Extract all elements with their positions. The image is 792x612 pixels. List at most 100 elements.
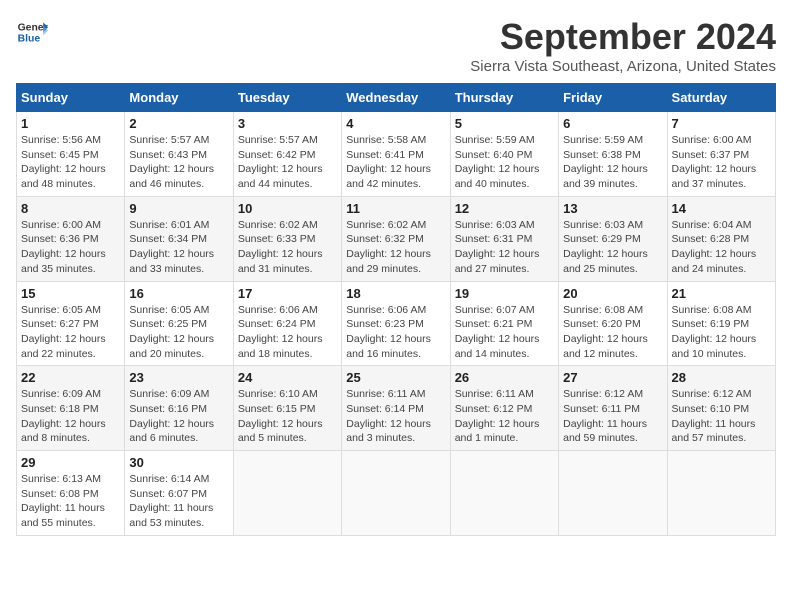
day-number: 18 bbox=[346, 286, 445, 301]
calendar-cell bbox=[233, 451, 341, 536]
calendar-cell: 6 Sunrise: 5:59 AM Sunset: 6:38 PM Daylig… bbox=[559, 112, 667, 197]
logo: General Blue bbox=[16, 16, 48, 48]
day-info: Sunrise: 5:57 AM Sunset: 6:43 PM Dayligh… bbox=[129, 133, 228, 192]
day-number: 11 bbox=[346, 201, 445, 216]
col-saturday: Saturday bbox=[667, 84, 775, 112]
day-info: Sunrise: 5:57 AM Sunset: 6:42 PM Dayligh… bbox=[238, 133, 337, 192]
calendar-cell: 15 Sunrise: 6:05 AM Sunset: 6:27 PM Dayli… bbox=[17, 281, 125, 366]
calendar-week-5: 29 Sunrise: 6:13 AM Sunset: 6:08 PM Dayli… bbox=[17, 451, 776, 536]
day-info: Sunrise: 6:11 AM Sunset: 6:14 PM Dayligh… bbox=[346, 387, 445, 446]
calendar-cell: 25 Sunrise: 6:11 AM Sunset: 6:14 PM Dayli… bbox=[342, 366, 450, 451]
calendar-cell: 12 Sunrise: 6:03 AM Sunset: 6:31 PM Dayli… bbox=[450, 196, 558, 281]
calendar-week-2: 8Sunrise: 6:00 AM Sunset: 6:36 PM Daylig… bbox=[17, 196, 776, 281]
day-number: 12 bbox=[455, 201, 554, 216]
day-number: 23 bbox=[129, 370, 228, 385]
day-info: Sunrise: 6:13 AM Sunset: 6:08 PM Dayligh… bbox=[21, 472, 120, 531]
day-number: 4 bbox=[346, 116, 445, 131]
day-number: 20 bbox=[563, 286, 662, 301]
calendar-week-4: 22 Sunrise: 6:09 AM Sunset: 6:18 PM Dayli… bbox=[17, 366, 776, 451]
day-info: Sunrise: 6:01 AM Sunset: 6:34 PM Dayligh… bbox=[129, 218, 228, 277]
day-number: 21 bbox=[672, 286, 771, 301]
calendar-cell: 4Sunrise: 5:58 AM Sunset: 6:41 PM Daylig… bbox=[342, 112, 450, 197]
calendar-cell: 20 Sunrise: 6:08 AM Sunset: 6:20 PM Dayli… bbox=[559, 281, 667, 366]
day-info: Sunrise: 6:02 AM Sunset: 6:33 PM Dayligh… bbox=[238, 218, 337, 277]
col-tuesday: Tuesday bbox=[233, 84, 341, 112]
day-number: 28 bbox=[672, 370, 771, 385]
day-info: Sunrise: 5:59 AM Sunset: 6:40 PM Dayligh… bbox=[455, 133, 554, 192]
day-number: 13 bbox=[563, 201, 662, 216]
day-number: 29 bbox=[21, 455, 120, 470]
calendar-cell: 16Sunrise: 6:05 AM Sunset: 6:25 PM Dayli… bbox=[125, 281, 233, 366]
day-number: 1 bbox=[21, 116, 120, 131]
calendar-cell: 11Sunrise: 6:02 AM Sunset: 6:32 PM Dayli… bbox=[342, 196, 450, 281]
day-number: 7 bbox=[672, 116, 771, 131]
day-info: Sunrise: 6:05 AM Sunset: 6:27 PM Dayligh… bbox=[21, 303, 120, 362]
svg-text:Blue: Blue bbox=[18, 34, 41, 45]
calendar-header: Sunday Monday Tuesday Wednesday Thursday… bbox=[17, 84, 776, 112]
calendar-cell: 28 Sunrise: 6:12 AM Sunset: 6:10 PM Dayli… bbox=[667, 366, 775, 451]
day-info: Sunrise: 6:00 AM Sunset: 6:36 PM Dayligh… bbox=[21, 218, 120, 277]
calendar-cell: 5Sunrise: 5:59 AM Sunset: 6:40 PM Daylig… bbox=[450, 112, 558, 197]
calendar-cell: 7 Sunrise: 6:00 AM Sunset: 6:37 PM Daylig… bbox=[667, 112, 775, 197]
day-info: Sunrise: 6:09 AM Sunset: 6:16 PM Dayligh… bbox=[129, 387, 228, 446]
calendar-cell: 10 Sunrise: 6:02 AM Sunset: 6:33 PM Dayli… bbox=[233, 196, 341, 281]
day-number: 24 bbox=[238, 370, 337, 385]
day-number: 2 bbox=[129, 116, 228, 131]
day-number: 3 bbox=[238, 116, 337, 131]
header: General Blue September 2024 Sierra Vista… bbox=[16, 16, 776, 75]
calendar-cell: 22 Sunrise: 6:09 AM Sunset: 6:18 PM Dayli… bbox=[17, 366, 125, 451]
day-info: Sunrise: 6:03 AM Sunset: 6:29 PM Dayligh… bbox=[563, 218, 662, 277]
day-info: Sunrise: 6:12 AM Sunset: 6:11 PM Dayligh… bbox=[563, 387, 662, 446]
day-number: 16 bbox=[129, 286, 228, 301]
calendar-cell: 23 Sunrise: 6:09 AM Sunset: 6:16 PM Dayli… bbox=[125, 366, 233, 451]
day-info: Sunrise: 6:14 AM Sunset: 6:07 PM Dayligh… bbox=[129, 472, 228, 531]
day-number: 26 bbox=[455, 370, 554, 385]
day-number: 10 bbox=[238, 201, 337, 216]
day-info: Sunrise: 6:08 AM Sunset: 6:19 PM Dayligh… bbox=[672, 303, 771, 362]
day-info: Sunrise: 6:03 AM Sunset: 6:31 PM Dayligh… bbox=[455, 218, 554, 277]
calendar-subtitle: Sierra Vista Southeast, Arizona, United … bbox=[470, 58, 776, 75]
day-info: Sunrise: 6:10 AM Sunset: 6:15 PM Dayligh… bbox=[238, 387, 337, 446]
day-info: Sunrise: 6:09 AM Sunset: 6:18 PM Dayligh… bbox=[21, 387, 120, 446]
calendar-cell: 9 Sunrise: 6:01 AM Sunset: 6:34 PM Daylig… bbox=[125, 196, 233, 281]
calendar-cell: 30Sunrise: 6:14 AM Sunset: 6:07 PM Dayli… bbox=[125, 451, 233, 536]
col-monday: Monday bbox=[125, 84, 233, 112]
calendar-cell bbox=[450, 451, 558, 536]
day-number: 9 bbox=[129, 201, 228, 216]
col-thursday: Thursday bbox=[450, 84, 558, 112]
title-section: September 2024 Sierra Vista Southeast, A… bbox=[470, 16, 776, 75]
day-number: 27 bbox=[563, 370, 662, 385]
calendar-body: 1Sunrise: 5:56 AM Sunset: 6:45 PM Daylig… bbox=[17, 112, 776, 536]
day-info: Sunrise: 6:06 AM Sunset: 6:24 PM Dayligh… bbox=[238, 303, 337, 362]
calendar-week-3: 15 Sunrise: 6:05 AM Sunset: 6:27 PM Dayli… bbox=[17, 281, 776, 366]
day-number: 25 bbox=[346, 370, 445, 385]
calendar-cell: 18 Sunrise: 6:06 AM Sunset: 6:23 PM Dayli… bbox=[342, 281, 450, 366]
calendar-cell bbox=[667, 451, 775, 536]
day-number: 22 bbox=[21, 370, 120, 385]
calendar-cell: 21 Sunrise: 6:08 AM Sunset: 6:19 PM Dayli… bbox=[667, 281, 775, 366]
day-info: Sunrise: 6:06 AM Sunset: 6:23 PM Dayligh… bbox=[346, 303, 445, 362]
day-number: 6 bbox=[563, 116, 662, 131]
calendar-week-1: 1Sunrise: 5:56 AM Sunset: 6:45 PM Daylig… bbox=[17, 112, 776, 197]
calendar-cell: 8Sunrise: 6:00 AM Sunset: 6:36 PM Daylig… bbox=[17, 196, 125, 281]
day-info: Sunrise: 6:08 AM Sunset: 6:20 PM Dayligh… bbox=[563, 303, 662, 362]
col-wednesday: Wednesday bbox=[342, 84, 450, 112]
logo-icon: General Blue bbox=[16, 16, 48, 48]
calendar-cell: 26Sunrise: 6:11 AM Sunset: 6:12 PM Dayli… bbox=[450, 366, 558, 451]
day-info: Sunrise: 5:59 AM Sunset: 6:38 PM Dayligh… bbox=[563, 133, 662, 192]
day-info: Sunrise: 6:12 AM Sunset: 6:10 PM Dayligh… bbox=[672, 387, 771, 446]
calendar-cell: 2 Sunrise: 5:57 AM Sunset: 6:43 PM Daylig… bbox=[125, 112, 233, 197]
day-info: Sunrise: 6:04 AM Sunset: 6:28 PM Dayligh… bbox=[672, 218, 771, 277]
calendar-cell: 27 Sunrise: 6:12 AM Sunset: 6:11 PM Dayli… bbox=[559, 366, 667, 451]
day-info: Sunrise: 6:07 AM Sunset: 6:21 PM Dayligh… bbox=[455, 303, 554, 362]
day-number: 19 bbox=[455, 286, 554, 301]
day-info: Sunrise: 6:00 AM Sunset: 6:37 PM Dayligh… bbox=[672, 133, 771, 192]
calendar-cell: 19 Sunrise: 6:07 AM Sunset: 6:21 PM Dayli… bbox=[450, 281, 558, 366]
calendar-cell: 17 Sunrise: 6:06 AM Sunset: 6:24 PM Dayli… bbox=[233, 281, 341, 366]
calendar-cell: 13 Sunrise: 6:03 AM Sunset: 6:29 PM Dayli… bbox=[559, 196, 667, 281]
day-number: 17 bbox=[238, 286, 337, 301]
day-number: 14 bbox=[672, 201, 771, 216]
calendar-cell: 3 Sunrise: 5:57 AM Sunset: 6:42 PM Daylig… bbox=[233, 112, 341, 197]
day-number: 15 bbox=[21, 286, 120, 301]
calendar-cell bbox=[342, 451, 450, 536]
